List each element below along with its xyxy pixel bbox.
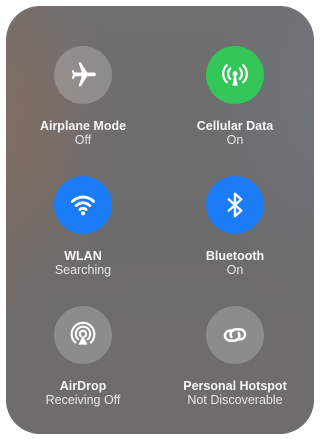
bluetooth-icon [227, 192, 243, 218]
bluetooth-title: Bluetooth [205, 249, 265, 263]
airdrop-status: Receiving Off [45, 393, 121, 407]
airplane-icon [71, 62, 96, 87]
cellular-data-status: On [226, 133, 244, 147]
cellular-data-button[interactable] [206, 46, 264, 104]
cellular-data-control[interactable]: Cellular Data On [160, 46, 310, 147]
bluetooth-control[interactable]: Bluetooth On [160, 176, 310, 277]
antenna-icon [222, 64, 248, 86]
personal-hotspot-title: Personal Hotspot [183, 379, 287, 393]
personal-hotspot-control[interactable]: Personal Hotspot Not Discoverable [160, 306, 310, 407]
bluetooth-status: On [226, 263, 244, 277]
wlan-control[interactable]: WLAN Searching [8, 176, 158, 277]
airplane-mode-status: Off [74, 133, 92, 147]
personal-hotspot-status: Not Discoverable [187, 393, 283, 407]
personal-hotspot-button[interactable] [206, 306, 264, 364]
wlan-status: Searching [54, 263, 112, 277]
airplane-mode-control[interactable]: Airplane Mode Off [8, 46, 158, 147]
airplane-mode-title: Airplane Mode [39, 119, 127, 133]
cellular-data-title: Cellular Data [196, 119, 274, 133]
connectivity-panel: Airplane Mode Off Cellular Data On WLAN … [6, 6, 314, 434]
airdrop-control[interactable]: AirDrop Receiving Off [8, 306, 158, 407]
wlan-title: WLAN [64, 249, 102, 263]
wlan-button[interactable] [54, 176, 112, 234]
bluetooth-button[interactable] [206, 176, 264, 234]
hotspot-icon [223, 328, 247, 342]
airdrop-icon [70, 321, 96, 345]
airdrop-button[interactable] [54, 306, 112, 364]
airplane-mode-button[interactable] [54, 46, 112, 104]
airdrop-title: AirDrop [59, 379, 107, 393]
wifi-icon [70, 195, 96, 216]
